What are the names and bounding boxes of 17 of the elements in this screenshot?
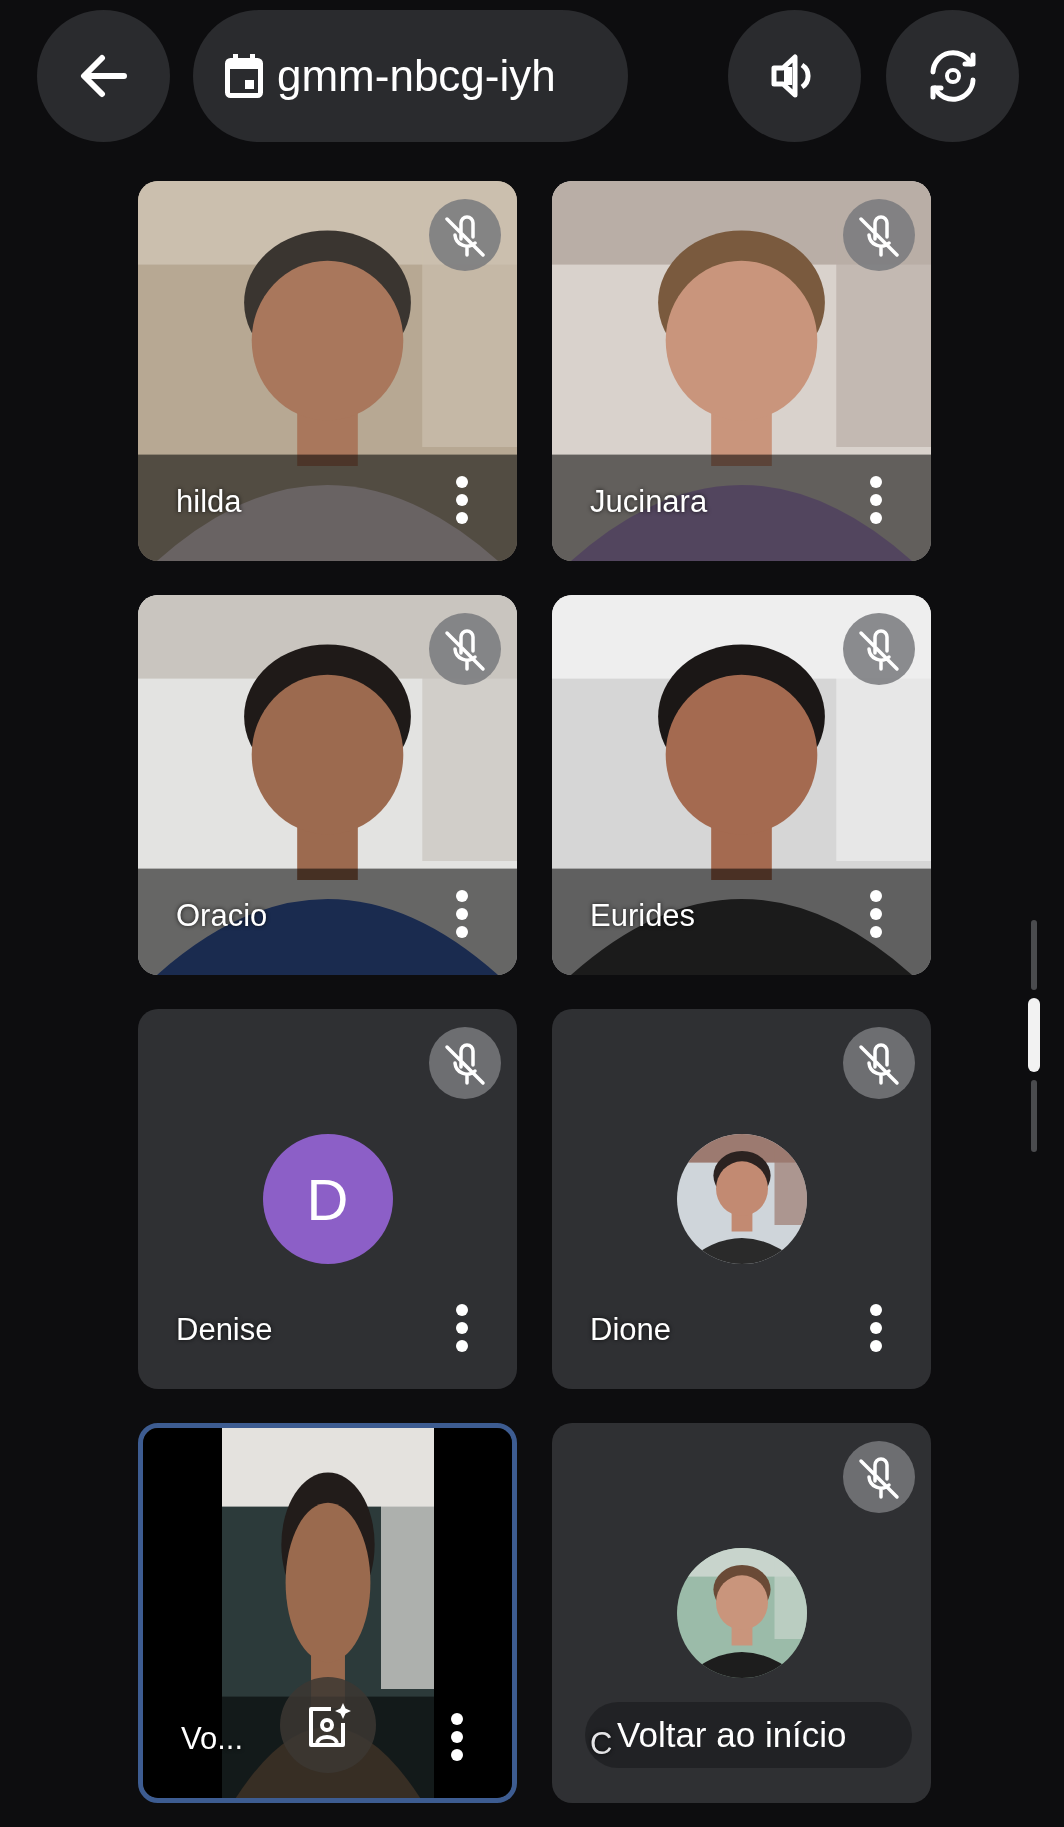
video-tile[interactable]: Oracio bbox=[138, 595, 517, 975]
participant-name: hilda bbox=[176, 484, 242, 519]
participant-tile[interactable]: D Denise bbox=[138, 1009, 517, 1389]
participant-name: Denise bbox=[176, 1312, 273, 1347]
video-tile[interactable]: Vo... bbox=[138, 1423, 517, 1803]
meeting-code-button[interactable]: gmm-nbcg-iyh bbox=[193, 10, 628, 142]
participant-tile[interactable]: Dione bbox=[552, 1009, 931, 1389]
video-tile[interactable]: hilda bbox=[138, 181, 517, 561]
participant-name: Vo... bbox=[181, 1721, 244, 1756]
participant-name: Eurides bbox=[590, 898, 696, 933]
participant-name: C bbox=[590, 1726, 613, 1761]
video-tile[interactable]: Eurides bbox=[552, 595, 931, 975]
participant-name: Jucinara bbox=[590, 484, 708, 519]
participant-name: Dione bbox=[590, 1312, 671, 1347]
participant-name: Oracio bbox=[176, 898, 268, 933]
video-tile[interactable]: Jucinara bbox=[552, 181, 931, 561]
avatar: D bbox=[262, 1134, 393, 1264]
